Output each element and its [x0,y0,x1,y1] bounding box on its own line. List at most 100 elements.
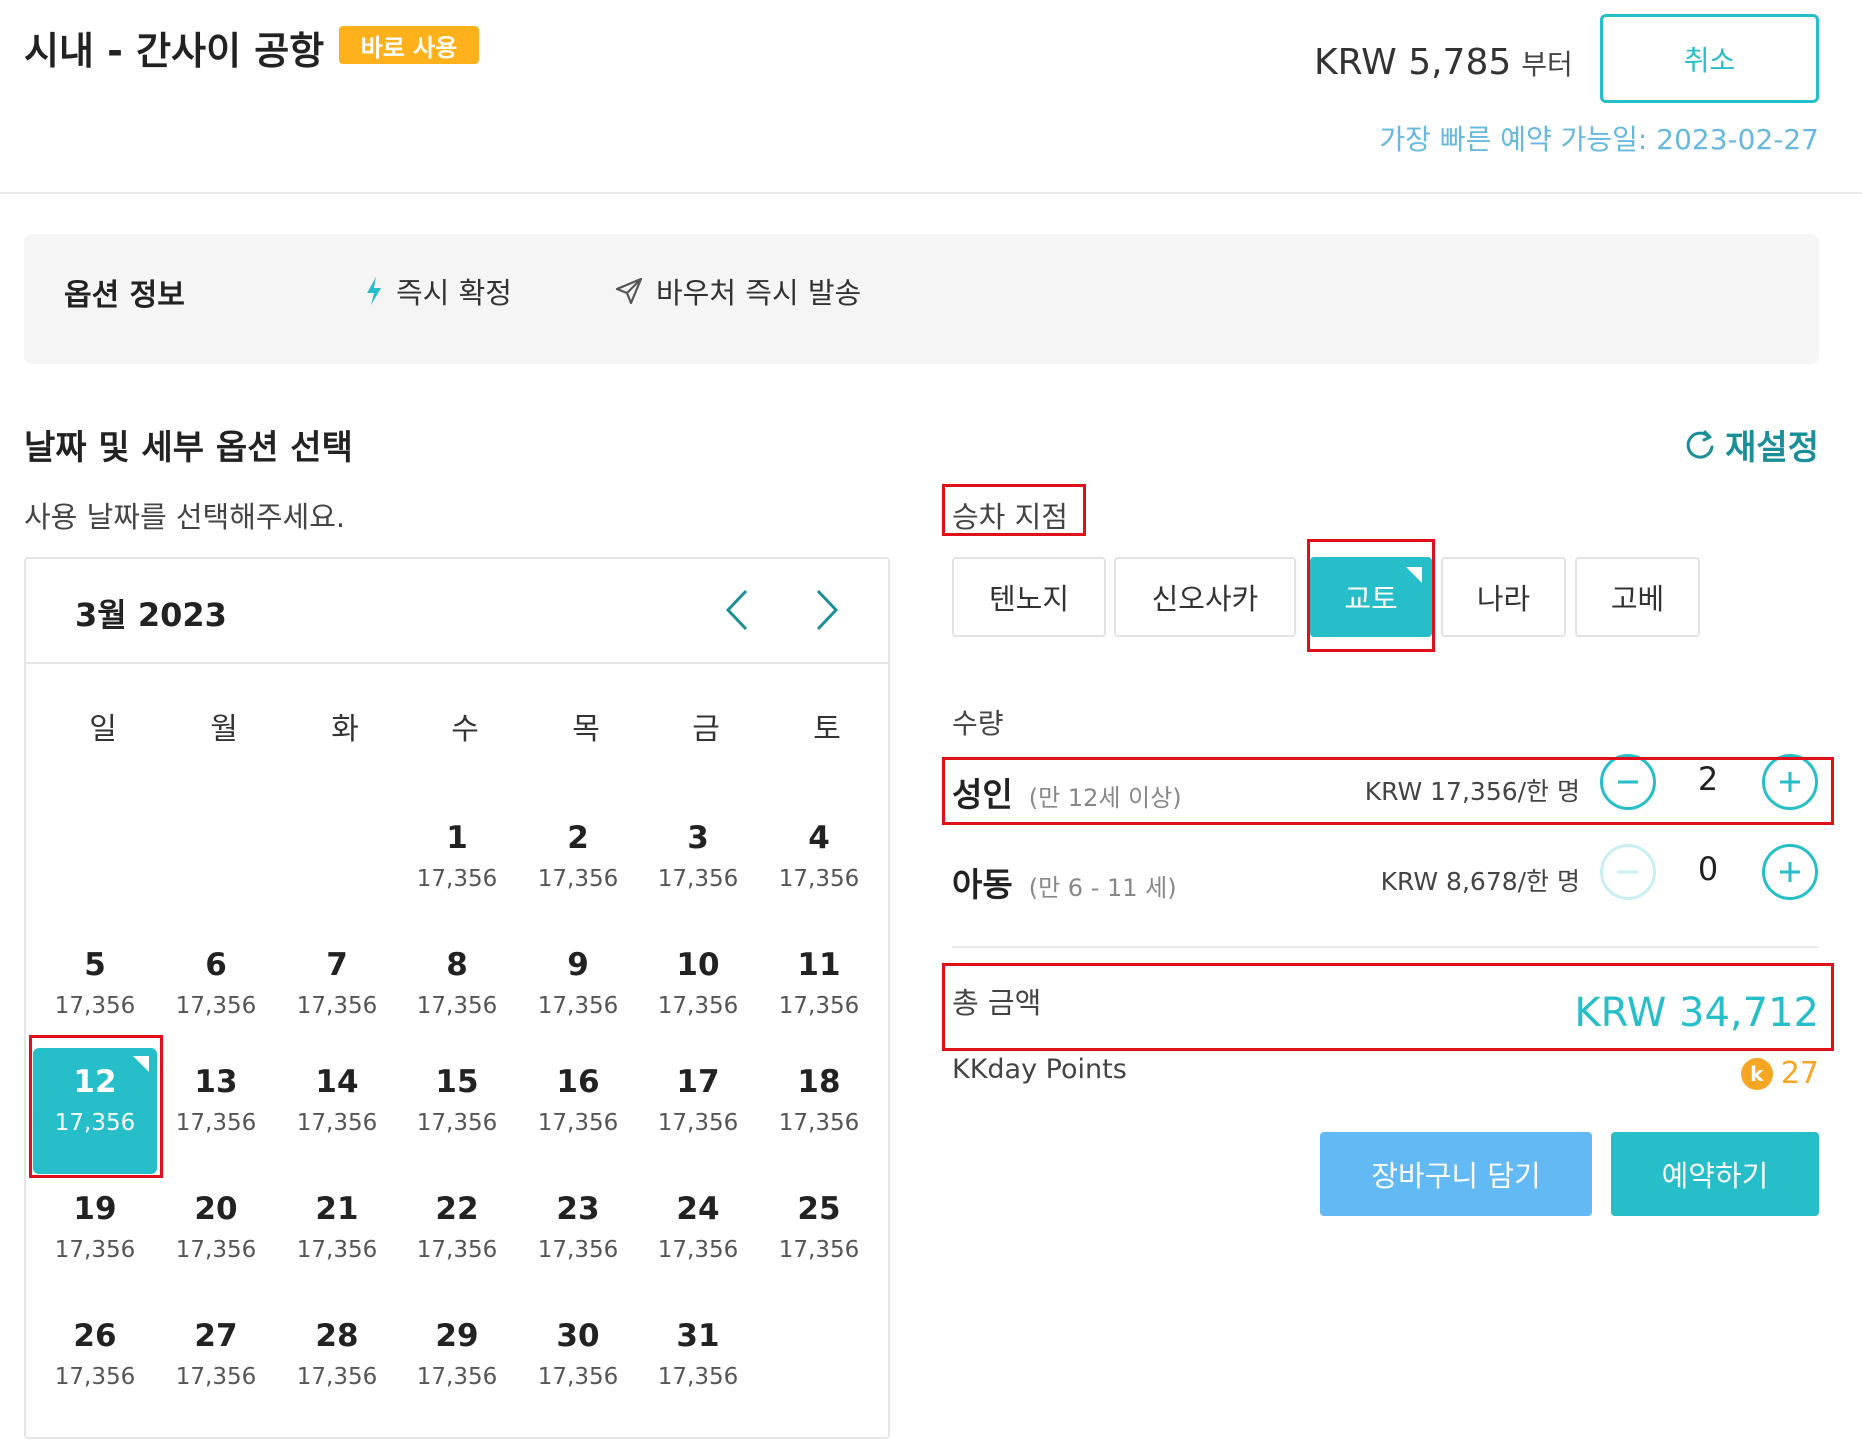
calendar-day-price: 17,356 [778,993,860,1019]
calendar-day-price: 17,356 [657,1110,739,1136]
weekday-label: 화 [331,712,359,747]
calendar-day-number: 26 [73,1318,117,1354]
add-to-cart-button[interactable]: 장바구니 담기 [1320,1132,1592,1216]
calendar-day-number: 30 [556,1318,600,1354]
child-label: 아동 (만 6 - 11 세) [952,858,1177,906]
quantity-divider [952,946,1819,948]
option-info-title: 옵션 정보 [64,278,185,313]
pickup-option[interactable]: 나라 [1441,557,1566,637]
calendar-day-price: 17,356 [657,1364,739,1390]
calendar-day-number: 8 [446,947,468,983]
child-decrement-button[interactable] [1600,844,1656,900]
points-label: KKday Points [952,1054,1127,1085]
calendar-day[interactable]: 3 17,356 [636,804,760,930]
child-name: 아동 [952,865,1013,904]
calendar-day-price: 17,356 [537,1110,619,1136]
calendar-day[interactable]: 6 17,356 [154,931,278,1057]
child-increment-button[interactable] [1762,844,1818,900]
calendar-day[interactable]: 30 17,356 [516,1302,640,1428]
calendar-day[interactable]: 8 17,356 [395,931,519,1057]
calendar-day[interactable]: 17 17,356 [636,1048,760,1174]
reset-button[interactable]: 재설정 [1683,420,1819,469]
calendar-day-number: 15 [435,1064,479,1100]
calendar-day[interactable]: 4 17,356 [757,804,881,930]
calendar-day-price: 17,356 [296,1110,378,1136]
calendar-day-price: 17,356 [537,866,619,892]
calendar-day[interactable]: 26 17,356 [33,1302,157,1428]
calendar-day-price: 17,356 [175,1110,257,1136]
child-price: KRW 8,678/한 명 [1380,867,1580,896]
minus-icon [1618,870,1638,874]
calendar-day-price: 17,356 [537,993,619,1019]
calendar-day[interactable]: 1 17,356 [395,804,519,930]
pickup-selected-highlight [1307,539,1435,652]
calendar-day-number: 3 [687,820,709,856]
calendar-day-price: 17,356 [175,1237,257,1263]
calendar-day[interactable]: 11 17,356 [757,931,881,1057]
calendar-day-price: 17,356 [657,993,739,1019]
instant-confirm-label: 즉시 확정 [396,276,512,310]
calendar-day-number: 2 [567,820,589,856]
calendar-day-number: 27 [194,1318,238,1354]
header-divider [0,192,1862,194]
calendar-day-number: 17 [676,1064,720,1100]
book-button[interactable]: 예약하기 [1611,1132,1819,1216]
pickup-option[interactable]: 신오사카 [1114,557,1296,637]
calendar-day[interactable]: 2 17,356 [516,804,640,930]
calendar-day-price: 17,356 [657,1237,739,1263]
calendar-day-price: 17,356 [296,993,378,1019]
adult-row-highlight [942,757,1834,825]
calendar-day[interactable]: 7 17,356 [275,931,399,1057]
chevron-left-icon [725,589,748,631]
calendar-day-number: 6 [205,947,227,983]
calendar-day[interactable]: 16 17,356 [516,1048,640,1174]
calendar-day[interactable]: 13 17,356 [154,1048,278,1174]
weekday-label: 일 [89,712,117,747]
calendar-day[interactable]: 28 17,356 [275,1302,399,1428]
calendar-day[interactable]: 21 17,356 [275,1175,399,1301]
calendar-day-price: 17,356 [296,1364,378,1390]
calendar-day[interactable]: 10 17,356 [636,931,760,1057]
calendar-day[interactable]: 18 17,356 [757,1048,881,1174]
calendar-day-price: 17,356 [778,866,860,892]
calendar-day-price: 17,356 [175,1364,257,1390]
pickup-option[interactable]: 텐노지 [952,557,1106,637]
calendar-day[interactable]: 23 17,356 [516,1175,640,1301]
price-from: KRW 5,785 부터 [1314,42,1573,83]
calendar-day[interactable]: 20 17,356 [154,1175,278,1301]
next-month-button[interactable] [804,580,850,640]
kkday-coin-icon: k [1740,1057,1773,1090]
calendar-day-number: 23 [556,1191,600,1227]
calendar-day[interactable]: 27 17,356 [154,1302,278,1428]
calendar-day-price: 17,356 [296,1237,378,1263]
calendar-day[interactable]: 9 17,356 [516,931,640,1057]
cancel-button[interactable]: 취소 [1600,14,1819,103]
calendar-day-price: 17,356 [657,866,739,892]
weekday-label: 수 [451,712,479,747]
calendar-day[interactable]: 29 17,356 [395,1302,519,1428]
date-hint: 사용 날짜를 선택해주세요. [24,500,346,534]
calendar-day-price: 17,356 [416,1364,498,1390]
calendar-day[interactable]: 19 17,356 [33,1175,157,1301]
option-info-panel [24,234,1819,364]
calendar-day[interactable]: 25 17,356 [757,1175,881,1301]
calendar-day-number: 20 [194,1191,238,1227]
total-highlight [942,963,1834,1051]
price-from-value: KRW 5,785 [1314,42,1512,83]
calendar-day-price: 17,356 [537,1364,619,1390]
pickup-option[interactable]: 고베 [1575,557,1700,637]
instant-use-badge: 바로 사용 [339,26,479,64]
calendar-day[interactable]: 14 17,356 [275,1048,399,1174]
calendar-day[interactable]: 31 17,356 [636,1302,760,1428]
prev-month-button[interactable] [714,580,760,640]
calendar-day[interactable]: 24 17,356 [636,1175,760,1301]
calendar-day-price: 17,356 [54,1364,136,1390]
earliest-booking-date: 가장 빠른 예약 가능일: 2023-02-27 [1379,123,1819,156]
calendar-day[interactable]: 22 17,356 [395,1175,519,1301]
refresh-icon [1686,430,1714,459]
calendar-day-price: 17,356 [416,866,498,892]
product-title: 시내 - 간사이 공항 [24,29,325,73]
calendar-day-number: 24 [676,1191,720,1227]
calendar-day-number: 21 [315,1191,359,1227]
calendar-day[interactable]: 15 17,356 [395,1048,519,1174]
